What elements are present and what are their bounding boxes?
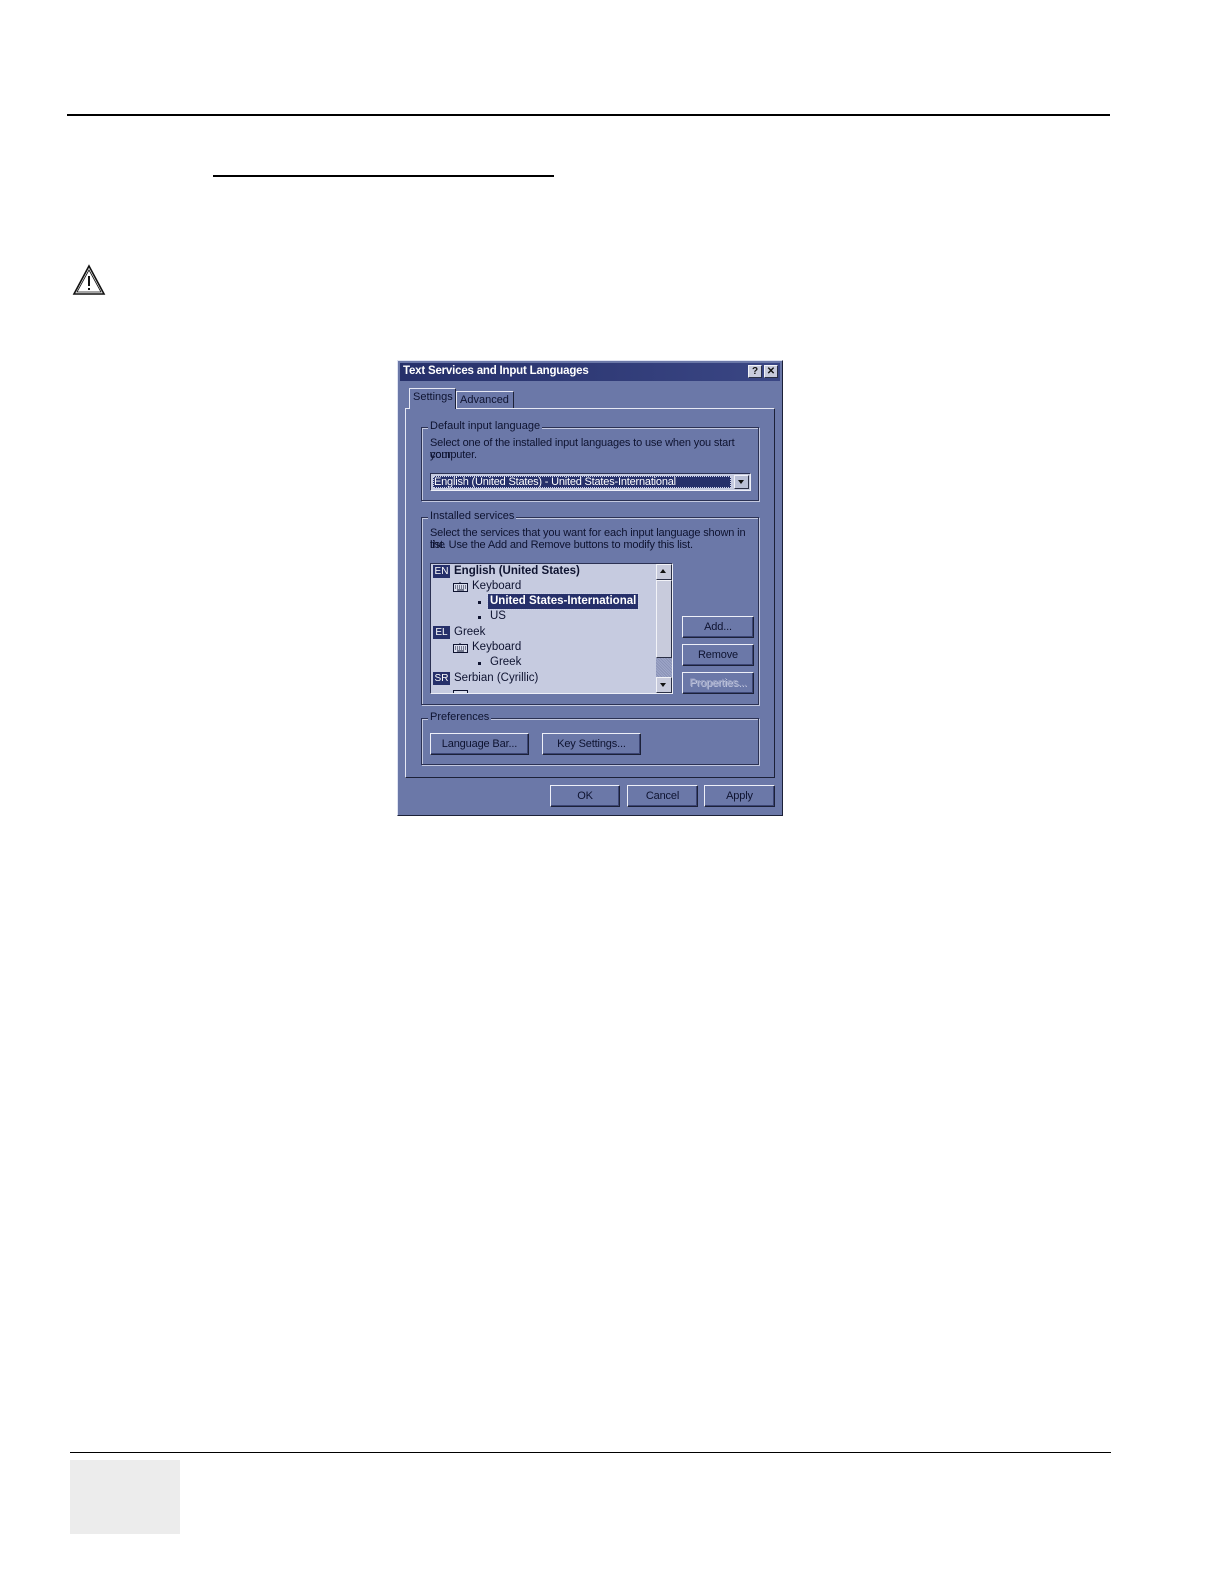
tree-item-layout-greek[interactable]: Greek <box>431 655 656 670</box>
tab-settings[interactable]: Settings <box>409 388 456 409</box>
default-input-language-legend: Default input language <box>428 420 543 432</box>
installed-services-group: Installed services Select the services t… <box>421 510 759 705</box>
tree-item-label: Serbian (Cyrillic) <box>454 672 539 684</box>
default-language-description-line2: computer. <box>430 449 477 461</box>
close-button[interactable]: ✕ <box>764 365 778 378</box>
tree-item-layout-us[interactable]: US <box>431 609 656 624</box>
language-badge-en: EN <box>433 565 450 578</box>
scroll-up-button[interactable] <box>656 564 672 580</box>
language-badge-sr: SR <box>433 672 450 685</box>
chevron-down-icon <box>738 480 744 484</box>
tree-item-keyboard[interactable]: Keyboard <box>431 579 656 594</box>
section-underline <box>213 175 554 177</box>
title-bar: Text Services and Input Languages ? ✕ <box>400 363 780 381</box>
dialog-title: Text Services and Input Languages <box>403 365 589 377</box>
header-rule <box>67 114 1110 116</box>
properties-button[interactable]: Properties... <box>682 672 754 694</box>
keyboard-icon <box>453 690 468 693</box>
installed-services-tree[interactable]: EN English (United States) Keyboard Unit… <box>430 563 673 694</box>
tree-item-keyboard[interactable]: Keyboard <box>431 640 656 655</box>
tree-item-serbian[interactable]: SR Serbian (Cyrillic) <box>431 671 656 686</box>
bullet-icon <box>478 662 481 665</box>
installed-services-legend: Installed services <box>428 510 517 522</box>
tree-item-layout-us-international[interactable]: United States-International <box>431 593 656 610</box>
tree-item-label: Keyboard <box>472 641 522 653</box>
tree-item-label: English (United States) <box>454 565 580 577</box>
tree-item-label: Greek <box>454 626 486 638</box>
keyboard-icon <box>453 582 468 592</box>
tree-scrollbar[interactable] <box>656 564 672 693</box>
bullet-icon <box>478 616 481 619</box>
language-badge-el: EL <box>433 626 450 639</box>
chevron-up-icon <box>660 569 666 573</box>
tree-item-label: United States-International <box>486 593 640 610</box>
tree-item-label: Greek <box>490 656 522 668</box>
default-language-dropdown[interactable]: English (United States) - United States-… <box>430 473 751 491</box>
scroll-thumb[interactable] <box>656 580 672 658</box>
tree-item-label: US <box>490 610 506 622</box>
default-language-description-line1: Select one of the installed input langua… <box>430 437 735 461</box>
add-button[interactable]: Add... <box>682 616 754 638</box>
footer-page-box <box>70 1460 180 1534</box>
preferences-group: Preferences Language Bar... Key Settings… <box>421 711 759 765</box>
tree-item-english[interactable]: EN English (United States) <box>431 564 656 579</box>
cancel-button[interactable]: Cancel <box>627 785 698 807</box>
apply-button[interactable]: Apply <box>704 785 775 807</box>
language-bar-button[interactable]: Language Bar... <box>430 733 529 755</box>
installed-services-description-line2: list. Use the Add and Remove buttons to … <box>430 539 693 551</box>
scroll-down-button[interactable] <box>656 677 672 693</box>
preferences-legend: Preferences <box>428 711 492 723</box>
ok-button[interactable]: OK <box>550 785 620 807</box>
key-settings-button[interactable]: Key Settings... <box>542 733 641 755</box>
tab-advanced[interactable]: Advanced <box>456 391 514 409</box>
settings-panel: Default input language Select one of the… <box>405 408 775 778</box>
tree-item-partial <box>431 686 656 693</box>
text-services-dialog: Text Services and Input Languages ? ✕ Se… <box>397 360 783 816</box>
remove-button[interactable]: Remove <box>682 644 754 666</box>
chevron-down-icon <box>660 683 666 687</box>
warning-icon <box>72 264 106 295</box>
help-button[interactable]: ? <box>748 365 762 378</box>
tree-item-greek[interactable]: EL Greek <box>431 625 656 640</box>
default-input-language-group: Default input language Select one of the… <box>421 420 759 501</box>
keyboard-icon <box>453 643 468 653</box>
footer-rule <box>70 1452 1111 1453</box>
tree-item-label: Keyboard <box>472 580 522 592</box>
default-language-value: English (United States) - United States-… <box>433 476 731 488</box>
dropdown-arrow-button[interactable] <box>734 475 749 489</box>
bullet-icon <box>478 601 481 604</box>
